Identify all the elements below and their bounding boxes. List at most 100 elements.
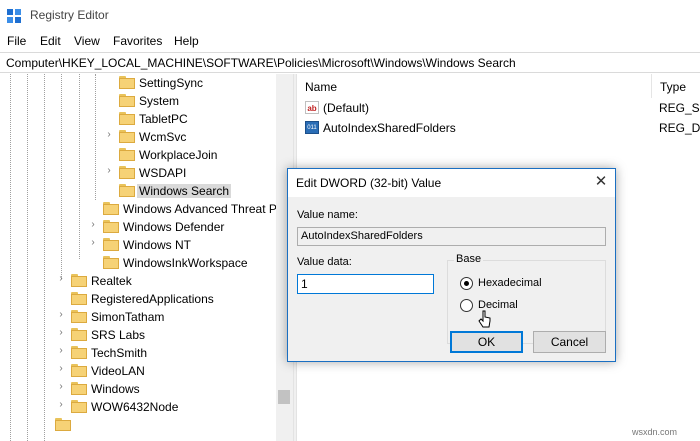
chevron-right-icon[interactable]: › (88, 237, 98, 248)
column-header-type[interactable]: Type (652, 74, 700, 98)
chevron-right-icon[interactable]: › (56, 399, 66, 410)
address-bar[interactable]: Computer\HKEY_LOCAL_MACHINE\SOFTWARE\Pol… (0, 52, 700, 73)
value-name: AutoIndexSharedFolders (323, 121, 456, 135)
decimal-radio[interactable] (460, 299, 473, 312)
value-name-label: Value name: (297, 209, 358, 221)
mouse-cursor-icon (478, 310, 491, 328)
tree-item[interactable]: Windows Advanced Threat P (0, 200, 277, 218)
value-type: REG_DW (659, 121, 700, 135)
scrollbar-thumb[interactable] (278, 390, 290, 404)
tree-item[interactable]: › WOW6432Node (0, 398, 276, 416)
tree-item[interactable]: WindowsInkWorkspace (0, 254, 276, 272)
tree-item-selected[interactable]: Windows Search (0, 182, 276, 200)
tree-item-label: TabletPC (139, 112, 188, 126)
tree-item[interactable] (0, 416, 276, 434)
chevron-right-icon[interactable]: › (56, 273, 66, 284)
folder-icon (71, 274, 87, 287)
value-name-field[interactable]: AutoIndexSharedFolders (297, 227, 606, 246)
hexadecimal-radio[interactable] (460, 277, 473, 290)
value-data-label: Value data: (297, 256, 352, 268)
tree-item-label: VideoLAN (91, 364, 145, 378)
tree-item-label: TechSmith (91, 346, 148, 360)
edit-dword-dialog: Edit DWORD (32-bit) Value ✕ Value name: … (287, 168, 616, 362)
tree-item[interactable]: › WcmSvc (0, 128, 276, 146)
cancel-button[interactable]: Cancel (533, 331, 606, 353)
tree-item-label: WorkplaceJoin (139, 148, 218, 162)
tree-item[interactable]: › Realtek (0, 272, 276, 290)
tree-item-label: SimonTatham (91, 310, 165, 324)
tree-item-label: SRS Labs (91, 328, 146, 342)
chevron-right-icon[interactable]: › (56, 363, 66, 374)
column-header-name[interactable]: Name (297, 74, 652, 98)
value-type: REG_SZ (659, 101, 700, 115)
folder-icon (55, 418, 71, 431)
registry-tree[interactable]: SettingSync System TabletPC › WcmSvc Wor… (0, 74, 293, 441)
address-path[interactable]: Computer\HKEY_LOCAL_MACHINE\SOFTWARE\Pol… (6, 56, 516, 70)
hexadecimal-label[interactable]: Hexadecimal (478, 277, 542, 289)
menu-bar: File Edit View Favorites Help (0, 32, 700, 52)
close-icon[interactable]: ✕ (590, 172, 612, 192)
folder-icon (119, 148, 135, 161)
tree-item[interactable]: SettingSync (0, 74, 276, 92)
folder-icon (103, 202, 119, 215)
folder-icon (103, 238, 119, 251)
tree-item-label: WindowsInkWorkspace (123, 256, 248, 270)
folder-icon (103, 220, 119, 233)
value-data-input[interactable]: 1 (297, 274, 434, 294)
tree-item-label: Windows Defender (123, 220, 225, 234)
tree-item[interactable]: › VideoLAN (0, 362, 276, 380)
tree-item[interactable]: › SimonTatham (0, 308, 276, 326)
folder-icon (119, 166, 135, 179)
folder-icon (119, 184, 135, 197)
folder-icon (103, 256, 119, 269)
dialog-title: Edit DWORD (32-bit) Value (296, 176, 442, 190)
tree-item[interactable]: RegisteredApplications (0, 290, 276, 308)
tree-item-label: Realtek (91, 274, 132, 288)
title-bar: Registry Editor (0, 0, 700, 32)
string-value-icon: ab (305, 101, 319, 114)
tree-item[interactable]: › WSDAPI (0, 164, 276, 182)
menu-help[interactable]: Help (174, 34, 199, 48)
tree-item[interactable]: WorkplaceJoin (0, 146, 276, 164)
folder-icon (71, 382, 87, 395)
tree-item[interactable]: › TechSmith (0, 344, 276, 362)
folder-icon (119, 112, 135, 125)
tree-item-label: Windows NT (123, 238, 192, 252)
menu-edit[interactable]: Edit (40, 34, 61, 48)
folder-icon (71, 328, 87, 341)
dialog-body: Value name: AutoIndexSharedFolders Value… (288, 197, 615, 361)
ok-button[interactable]: OK (450, 331, 523, 353)
tree-item-label: Windows Search (137, 184, 232, 198)
tree-item[interactable]: System (0, 92, 276, 110)
folder-icon (119, 130, 135, 143)
tree-item[interactable]: › Windows NT (0, 236, 276, 254)
tree-item-label: WOW6432Node (91, 400, 179, 414)
value-row[interactable]: ab (Default) REG_SZ (303, 99, 700, 119)
folder-icon (71, 310, 87, 323)
chevron-right-icon[interactable]: › (104, 165, 114, 176)
menu-favorites[interactable]: Favorites (113, 34, 162, 48)
folder-icon (119, 94, 135, 107)
menu-view[interactable]: View (74, 34, 100, 48)
folder-icon (71, 364, 87, 377)
folder-icon (71, 346, 87, 359)
value-name: (Default) (323, 101, 370, 115)
window-title: Registry Editor (30, 8, 109, 22)
chevron-right-icon[interactable]: › (56, 309, 66, 320)
tree-item-label: SettingSync (139, 76, 204, 90)
binary-value-icon: 011 (305, 121, 319, 134)
tree-item[interactable]: › Windows Defender (0, 218, 276, 236)
tree-item[interactable]: › Windows (0, 380, 276, 398)
value-row[interactable]: 011 AutoIndexSharedFolders REG_DW (303, 119, 700, 139)
tree-item-label: Windows Advanced Threat P (123, 202, 277, 216)
chevron-right-icon[interactable]: › (56, 345, 66, 356)
folder-icon (71, 292, 87, 305)
tree-item[interactable]: › SRS Labs (0, 326, 276, 344)
tree-item-label: System (139, 94, 180, 108)
chevron-right-icon[interactable]: › (104, 129, 114, 140)
chevron-right-icon[interactable]: › (56, 381, 66, 392)
tree-item[interactable]: TabletPC (0, 110, 276, 128)
chevron-right-icon[interactable]: › (88, 219, 98, 230)
chevron-right-icon[interactable]: › (56, 327, 66, 338)
menu-file[interactable]: File (7, 34, 26, 48)
